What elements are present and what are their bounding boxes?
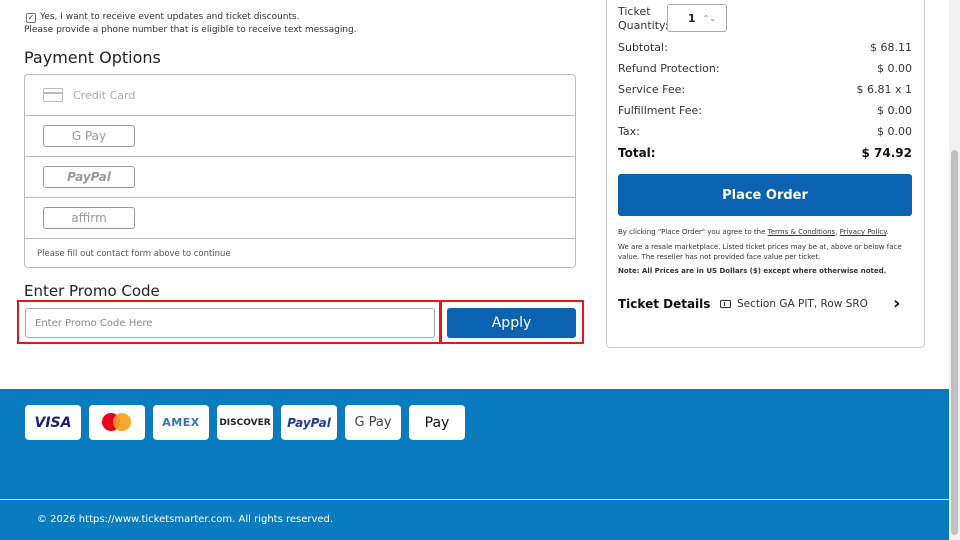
credit-card-icon [43, 88, 63, 102]
google-pay-button[interactable]: G Pay [43, 125, 135, 147]
refund-protection-line: Refund Protection: $ 0.00 [618, 62, 912, 75]
optin-note: Please provide a phone number that is el… [24, 25, 357, 35]
currency-note: Note: All Prices are in US Dollars ($) e… [618, 267, 887, 275]
optin-label: Yes, I want to receive event updates and… [40, 12, 300, 22]
promo-code-heading: Enter Promo Code [24, 282, 160, 300]
paypal-logo: PayPal [281, 405, 337, 440]
quantity-value: 1 [688, 11, 696, 25]
optin-checkbox[interactable]: ✓ [26, 12, 36, 23]
fulfillment-fee-line: Fulfillment Fee: $ 0.00 [618, 104, 912, 117]
place-order-button[interactable]: Place Order [618, 174, 912, 216]
total-line: Total: $ 74.92 [618, 146, 912, 160]
amex-logo: AMEX [153, 405, 209, 440]
visa-logo: VISA [25, 405, 81, 440]
agreement-text: By clicking "Place Order" you agree to t… [618, 228, 889, 236]
ticket-icon [720, 300, 731, 308]
privacy-link[interactable]: Privacy Policy [840, 228, 887, 236]
payment-cards-row: VISA AMEX DISCOVER PayPal G Pay Pay [25, 405, 465, 440]
scrollbar-thumb[interactable] [951, 150, 958, 535]
affirm-button[interactable]: affirm [43, 207, 135, 229]
payment-options-panel: Credit Card G Pay PayPal affirm Please f… [24, 74, 576, 268]
paypal-button[interactable]: PayPal [43, 166, 135, 188]
terms-link[interactable]: Terms & Conditions [768, 228, 836, 236]
mastercard-logo [89, 405, 145, 440]
ticket-quantity-select[interactable]: 1 ⌃⌄ [667, 4, 727, 32]
discover-logo: DISCOVER [217, 405, 273, 440]
promo-code-input[interactable] [25, 308, 435, 338]
subtotal-line: Subtotal: $ 68.11 [618, 41, 912, 54]
chevron-right-icon[interactable]: › [893, 293, 900, 314]
service-fee-line: Service Fee: $ 6.81 x 1 [618, 83, 912, 96]
copyright-text: © 2026 https://www.ticketsmarter.com. Al… [37, 514, 334, 525]
apple-pay-logo: Pay [409, 405, 465, 440]
tax-line: Tax: $ 0.00 [618, 125, 912, 138]
updown-icon: ⌃⌄ [702, 13, 716, 23]
sms-optin: ✓ Yes, I want to receive event updates a… [24, 11, 357, 37]
credit-card-option[interactable]: Credit Card [25, 75, 575, 116]
credit-card-label: Credit Card [73, 88, 136, 102]
ticket-section-info: Section GA PIT, Row SRO [720, 298, 868, 310]
google-pay-logo: G Pay [345, 405, 401, 440]
footer-divider [0, 499, 949, 500]
payment-options-heading: Payment Options [24, 48, 161, 67]
ticket-quantity-label: Ticket Quantity: [618, 5, 669, 32]
resale-note: We are a resale marketplace. Listed tick… [618, 243, 902, 261]
apply-button[interactable]: Apply [447, 308, 576, 338]
ticket-details-title: Ticket Details [618, 297, 711, 311]
payment-note: Please fill out contact form above to co… [37, 249, 231, 259]
